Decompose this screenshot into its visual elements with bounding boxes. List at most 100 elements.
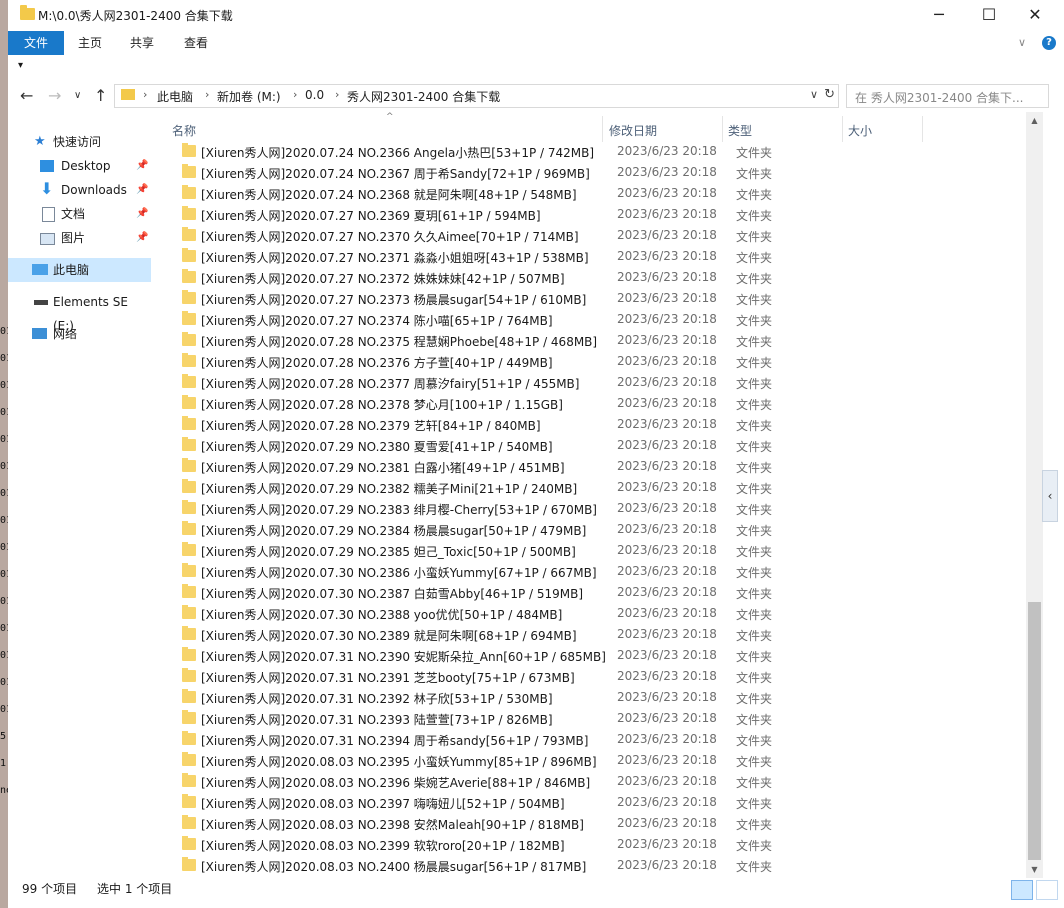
preview-pane-toggle[interactable]: ‹ [1042,470,1058,522]
table-row[interactable]: [Xiuren秀人网]2020.07.28 NO.2376 方子萱[40+1P … [174,351,1014,372]
table-row[interactable]: [Xiuren秀人网]2020.07.27 NO.2369 夏玥[61+1P /… [174,204,1014,225]
window-title: M:\0.0\秀人网2301-2400 合集下载 [38,9,233,23]
table-row[interactable]: [Xiuren秀人网]2020.07.24 NO.2368 就是阿朱啊[48+1… [174,183,1014,204]
file-date: 2023/6/23 20:18 [617,228,717,242]
table-row[interactable]: [Xiuren秀人网]2020.07.27 NO.2374 陈小喵[65+1P … [174,309,1014,330]
address-dropdown-icon[interactable]: ∨ [810,88,818,101]
up-button[interactable]: ↑ [94,86,107,105]
table-row[interactable]: [Xiuren秀人网]2020.07.29 NO.2383 绯月樱-Cherry… [174,498,1014,519]
maximize-button[interactable]: ☐ [966,0,1012,30]
sidebar-item-network[interactable]: 网络 [8,322,151,346]
pin-icon[interactable]: 📌 [136,202,148,226]
expand-ribbon-icon[interactable]: ∨ [1018,36,1026,49]
table-row[interactable]: [Xiuren秀人网]2020.07.31 NO.2392 林子欣[53+1P … [174,687,1014,708]
table-row[interactable]: [Xiuren秀人网]2020.08.03 NO.2395 小蛮妖Yummy[8… [174,750,1014,771]
table-row[interactable]: [Xiuren秀人网]2020.07.29 NO.2384 杨晨晨sugar[5… [174,519,1014,540]
back-button[interactable]: ← [20,86,33,105]
table-row[interactable]: [Xiuren秀人网]2020.07.29 NO.2381 白露小猪[49+1P… [174,456,1014,477]
table-row[interactable]: [Xiuren秀人网]2020.08.03 NO.2400 杨晨晨sugar[5… [174,855,1014,876]
table-row[interactable]: [Xiuren秀人网]2020.07.27 NO.2371 淼淼小姐姐呀[43+… [174,246,1014,267]
sidebar-item-documents[interactable]: 文档 📌 [8,202,151,226]
table-row[interactable]: [Xiuren秀人网]2020.07.29 NO.2382 糯美子Mini[21… [174,477,1014,498]
tab-file[interactable]: 文件 [8,31,64,55]
table-row[interactable]: [Xiuren秀人网]2020.08.03 NO.2396 柴婉艺Averie[… [174,771,1014,792]
table-row[interactable]: [Xiuren秀人网]2020.07.30 NO.2386 小蛮妖Yummy[6… [174,561,1014,582]
sidebar-item-downloads[interactable]: ⬇ Downloads 📌 [8,178,151,202]
recent-locations-icon[interactable]: ∨ [74,90,81,101]
breadcrumb-separator[interactable]: › [205,88,209,101]
table-row[interactable]: [Xiuren秀人网]2020.07.30 NO.2388 yoo优优[50+1… [174,603,1014,624]
column-divider[interactable] [722,116,723,142]
file-date: 2023/6/23 20:18 [617,459,717,473]
column-header-type[interactable]: 类型 [728,119,752,143]
address-bar[interactable]: › 此电脑 › 新加卷 (M:) › 0.0 › 秀人网2301-2400 合集… [114,84,839,108]
pin-icon[interactable]: 📌 [136,178,148,202]
breadcrumb-separator[interactable]: › [335,88,339,101]
file-date: 2023/6/23 20:18 [617,543,717,557]
details-view-button[interactable] [1011,880,1033,900]
column-divider[interactable] [922,116,923,142]
file-type: 文件夹 [736,419,773,433]
folder-icon [182,752,196,766]
scrollbar-thumb[interactable] [1028,602,1041,860]
table-row[interactable]: [Xiuren秀人网]2020.07.31 NO.2390 安妮斯朵拉_Ann[… [174,645,1014,666]
table-row[interactable]: [Xiuren秀人网]2020.07.31 NO.2393 陆萱萱[73+1P … [174,708,1014,729]
table-row[interactable]: [Xiuren秀人网]2020.07.24 NO.2366 Angela小热巴[… [174,141,1014,162]
file-type: 文件夹 [736,692,773,706]
help-icon[interactable]: ? [1042,36,1056,50]
breadcrumb-folder-0-0[interactable]: 0.0 [305,88,324,102]
table-row[interactable]: [Xiuren秀人网]2020.08.03 NO.2397 嗨嗨妞儿[52+1P… [174,792,1014,813]
table-row[interactable]: [Xiuren秀人网]2020.07.29 NO.2380 夏雪爱[41+1P … [174,435,1014,456]
sidebar-item-elements-se[interactable]: Elements SE (E:) [8,290,151,333]
breadcrumb-separator[interactable]: › [293,88,297,101]
table-row[interactable]: [Xiuren秀人网]2020.08.03 NO.2399 软软roro[20+… [174,834,1014,855]
table-row[interactable]: [Xiuren秀人网]2020.07.30 NO.2389 就是阿朱啊[68+1… [174,624,1014,645]
table-row[interactable]: [Xiuren秀人网]2020.07.27 NO.2372 姝姝妹妹[42+1P… [174,267,1014,288]
breadcrumb-this-pc[interactable]: 此电脑 [157,88,193,105]
tab-view[interactable]: 查看 [184,31,208,55]
table-row[interactable]: [Xiuren秀人网]2020.07.24 NO.2367 周于希Sandy[7… [174,162,1014,183]
search-input[interactable]: 在 秀人网2301-2400 合集下... [846,84,1049,108]
forward-button[interactable]: → [48,86,61,105]
breadcrumb-separator[interactable]: › [143,88,147,101]
tab-home[interactable]: 主页 [78,31,102,55]
file-date: 2023/6/23 20:18 [617,333,717,347]
column-header-size[interactable]: 大小 [848,119,872,143]
column-header-name[interactable]: 名称 [172,119,196,143]
scroll-up-button[interactable]: ▲ [1026,112,1043,129]
pin-icon[interactable]: 📌 [136,154,148,178]
table-row[interactable]: [Xiuren秀人网]2020.08.03 NO.2398 安然Maleah[9… [174,813,1014,834]
sidebar-item-this-pc[interactable]: 此电脑 [8,258,151,282]
quick-access-toolbar-toggle[interactable]: ▾ [18,60,23,71]
column-header-date[interactable]: 修改日期 [609,119,657,143]
column-divider[interactable] [842,116,843,142]
column-divider[interactable] [602,116,603,142]
breadcrumb-drive[interactable]: 新加卷 (M:) [217,88,281,105]
table-row[interactable]: [Xiuren秀人网]2020.07.27 NO.2370 久久Aimee[70… [174,225,1014,246]
refresh-icon[interactable]: ↻ [824,87,835,102]
table-row[interactable]: [Xiuren秀人网]2020.07.28 NO.2379 艺轩[84+1P /… [174,414,1014,435]
scroll-down-button[interactable]: ▼ [1026,861,1043,878]
tab-share[interactable]: 共享 [130,31,154,55]
pin-icon[interactable]: 📌 [136,226,148,250]
sidebar-item-pictures[interactable]: 图片 📌 [8,226,151,250]
vertical-scrollbar[interactable]: ▲ ▼ [1026,112,1043,878]
sidebar-item-desktop[interactable]: Desktop 📌 [8,154,151,178]
table-row[interactable]: [Xiuren秀人网]2020.07.28 NO.2378 梦心月[100+1P… [174,393,1014,414]
folder-icon [182,311,196,325]
table-row[interactable]: [Xiuren秀人网]2020.07.28 NO.2375 程慧娴Phoebe[… [174,330,1014,351]
minimize-button[interactable]: ─ [916,0,962,30]
folder-icon [182,185,196,199]
breadcrumb-current-folder[interactable]: 秀人网2301-2400 合集下载 [347,88,500,105]
table-row[interactable]: [Xiuren秀人网]2020.07.30 NO.2387 白茹雪Abby[46… [174,582,1014,603]
large-icons-view-button[interactable] [1036,880,1058,900]
table-row[interactable]: [Xiuren秀人网]2020.07.29 NO.2385 妲己_Toxic[5… [174,540,1014,561]
table-row[interactable]: [Xiuren秀人网]2020.07.28 NO.2377 周慕汐fairy[5… [174,372,1014,393]
table-row[interactable]: [Xiuren秀人网]2020.07.31 NO.2394 周于希sandy[5… [174,729,1014,750]
file-name: [Xiuren秀人网]2020.07.24 NO.2366 Angela小热巴[… [201,146,595,160]
close-button[interactable]: ✕ [1012,0,1058,30]
table-row[interactable]: [Xiuren秀人网]2020.07.27 NO.2373 杨晨晨sugar[5… [174,288,1014,309]
table-row[interactable]: [Xiuren秀人网]2020.07.31 NO.2391 芝芝booty[75… [174,666,1014,687]
file-type: 文件夹 [736,860,773,874]
sidebar-item-quick-access[interactable]: ★ 快速访问 [8,130,151,154]
